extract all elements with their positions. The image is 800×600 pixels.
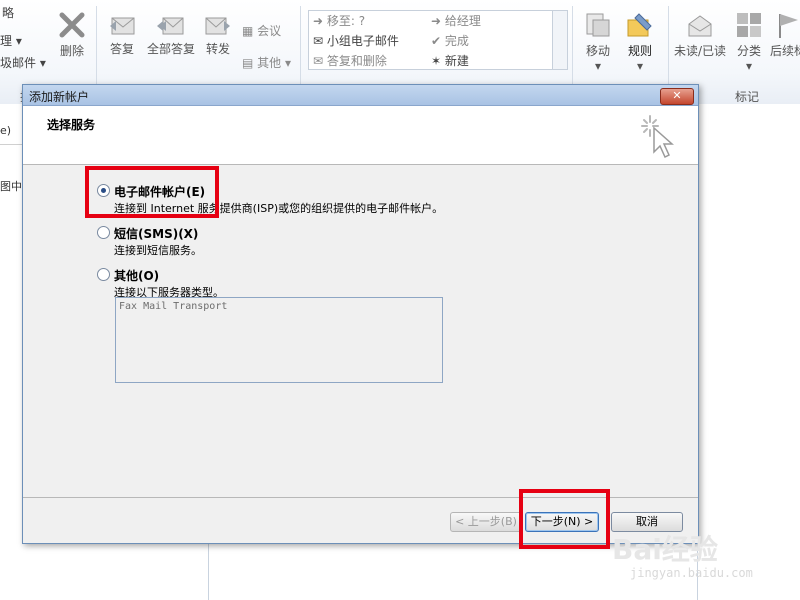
ribbon-partial-text-1: 略: [2, 6, 15, 20]
move-label: 移动: [585, 44, 610, 58]
other-radio[interactable]: [97, 268, 110, 281]
reply-all-label: 全部答复: [146, 42, 195, 56]
reading-pane: [697, 104, 800, 600]
forward-label: 转发: [205, 42, 230, 56]
categorize-button[interactable]: 分类 ▾: [732, 10, 766, 73]
categorize-grid-icon: [737, 13, 761, 37]
watermark-logo: Bai经验: [612, 533, 718, 566]
highlight-email-option: [85, 166, 219, 218]
list-item[interactable]: Fax Mail Transport: [119, 301, 227, 312]
gallery-scroll[interactable]: [552, 11, 567, 69]
followup-flag-icon: [779, 14, 798, 38]
pane-divider: [208, 542, 209, 600]
reply-all-envelope-icon: [157, 17, 184, 35]
move-button[interactable]: 移动 ▾: [580, 10, 616, 73]
rules-button[interactable]: 规则 ▾: [620, 10, 660, 73]
dialog-header: 选择服务: [23, 106, 698, 165]
dialog-titlebar[interactable]: 添加新帐户 ✕: [23, 85, 698, 106]
quickstep-new[interactable]: ✶ 新建: [431, 52, 469, 69]
close-button[interactable]: ✕: [660, 88, 694, 105]
categorize-label: 分类: [736, 44, 761, 58]
rules-icon: [627, 13, 652, 37]
forward-envelope-icon: [205, 17, 230, 35]
back-button[interactable]: < 上一步(B): [450, 512, 522, 532]
watermark-url: jingyan.baidu.com: [630, 566, 753, 580]
dialog-title: 添加新帐户: [29, 90, 90, 104]
forward-button[interactable]: 转发: [200, 12, 236, 57]
delete-button[interactable]: 删除: [54, 10, 90, 59]
rules-dropdown-icon: ▾: [636, 59, 644, 73]
reply-button[interactable]: 答复: [104, 12, 140, 57]
quickstep-move-to[interactable]: ➜ 移至: ?: [313, 12, 365, 29]
meeting-button[interactable]: ▦ 会议: [242, 22, 281, 39]
sms-option-desc: 连接到短信服务。: [114, 244, 202, 257]
quickstep-done[interactable]: ✔ 完成: [431, 32, 469, 49]
followup-button[interactable]: 后续标: [770, 10, 800, 59]
unread-read-button[interactable]: 未读/已读: [672, 10, 728, 59]
message-list-area: [22, 542, 697, 600]
navigation-pane: e) 图中波: [0, 104, 33, 600]
highlight-next-button: [519, 489, 610, 549]
delete-label: 删除: [59, 44, 84, 58]
rules-label: 规则: [627, 44, 652, 58]
ribbon-partial-text-3: 圾邮件 ▾: [0, 56, 46, 70]
delete-x-icon: [59, 12, 85, 38]
unread-envelope-icon: [688, 15, 712, 37]
sms-option-label: 短信(SMS)(X): [114, 227, 199, 241]
add-account-dialog: 添加新帐户 ✕ 选择服务 电子邮件帐户(E) 连接到 Internet 服务提供…: [22, 84, 699, 544]
followup-label: 后续标: [770, 44, 800, 58]
wizard-cursor-icon: [641, 115, 674, 159]
move-dropdown-icon: ▾: [594, 59, 602, 73]
left-pane-divider: [0, 144, 22, 145]
move-folder-icon: [586, 13, 610, 37]
left-pane-text-1: e): [0, 124, 12, 137]
quickstep-to-manager[interactable]: ➜ 给经理: [431, 12, 481, 29]
page-heading: 选择服务: [47, 118, 96, 132]
server-type-list[interactable]: Fax Mail Transport: [115, 297, 443, 383]
quicksteps-gallery[interactable]: ➜ 移至: ? ✉ 小组电子邮件 ✉ 答复和删除 ➜ 给经理 ✔ 完成 ✶ 新建: [308, 10, 568, 70]
other-option-label: 其他(O): [114, 269, 160, 283]
other-button[interactable]: ▤ 其他 ▾: [242, 54, 291, 71]
sms-radio[interactable]: [97, 226, 110, 239]
reply-label: 答复: [109, 42, 134, 56]
quickstep-reply-delete[interactable]: ✉ 答复和删除: [313, 52, 387, 69]
unread-read-label: 未读/已读: [673, 44, 727, 58]
categorize-dropdown-icon: ▾: [745, 59, 753, 73]
tags-group-label: 标记: [735, 90, 760, 104]
reply-envelope-icon: [110, 17, 135, 35]
ribbon-partial-text-2: 理 ▾: [0, 34, 22, 48]
reply-all-button[interactable]: 全部答复: [144, 12, 198, 57]
quickstep-team-email[interactable]: ✉ 小组电子邮件: [313, 32, 399, 49]
